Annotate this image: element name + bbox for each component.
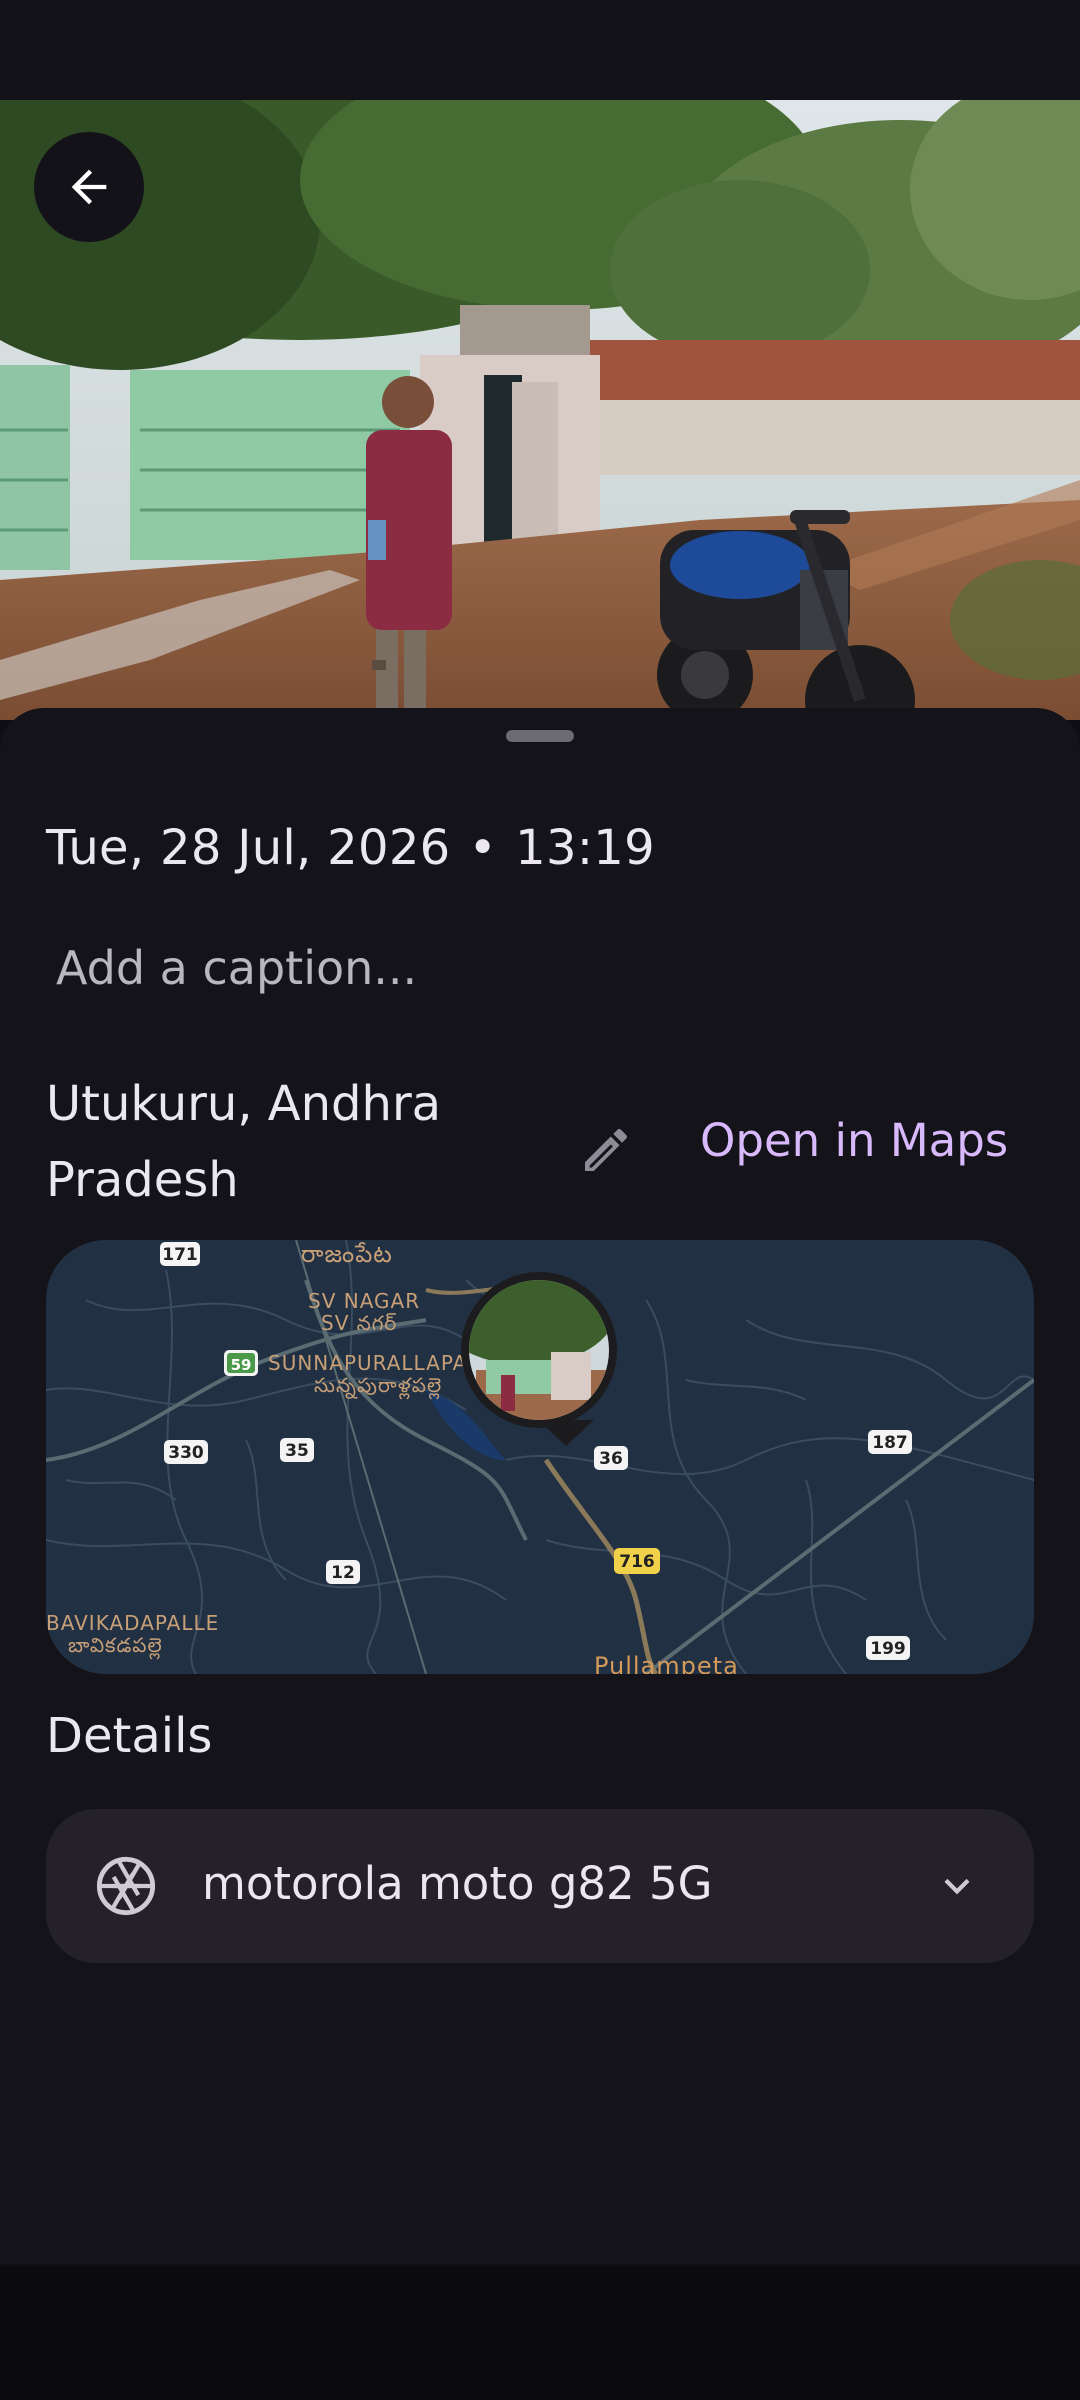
road-shield: 187 [872, 1433, 908, 1453]
chevron-down-icon[interactable] [932, 1861, 982, 1911]
road-shield: 171 [162, 1245, 198, 1265]
road-shield: 199 [870, 1639, 906, 1659]
road-shield: 716 [619, 1552, 655, 1572]
map-place-label: BAVIKADAPALLE [46, 1611, 219, 1635]
edit-location-button[interactable] [566, 1110, 646, 1190]
pencil-icon [585, 1128, 628, 1171]
details-heading: Details [46, 1708, 213, 1764]
arrow-back-icon [71, 169, 107, 205]
separator-dot: • [468, 820, 498, 876]
time-text: 13:19 [515, 820, 655, 876]
info-sheet: Tue, 28 Jul, 2026 • 13:19 Utukuru, Andhra … [0, 708, 1080, 2264]
date-text: Tue, 28 Jul, 2026 [46, 820, 451, 876]
map-place-label: బావికడపల్లె [68, 1633, 163, 1660]
map-place-label: SV నగర్ [321, 1311, 397, 1335]
location-name: Utukuru, Andhra Pradesh [46, 1076, 442, 1208]
system-navigation-bar [0, 2266, 1080, 2400]
drag-handle[interactable] [506, 730, 574, 742]
date-time: Tue, 28 Jul, 2026 • 13:19 [46, 820, 655, 876]
open-in-maps-button[interactable]: Open in Maps [700, 1114, 1008, 1167]
road-shield: 59 [231, 1356, 252, 1374]
photo-preview[interactable] [0, 100, 1080, 720]
map-place-label: రాజంపేట [301, 1240, 393, 1268]
map-place-label: Pullampeta [594, 1652, 739, 1674]
caption-input[interactable] [38, 930, 774, 1006]
map-place-label: సున్నపురాళ్లపల్లె [314, 1373, 442, 1400]
device-details-card[interactable]: motorola moto g82 5G [46, 1809, 1034, 1963]
status-bar [0, 0, 1080, 100]
back-button[interactable] [34, 132, 144, 242]
road-shield: 36 [599, 1449, 623, 1469]
camera-aperture-icon [96, 1856, 156, 1916]
road-shield: 35 [285, 1441, 309, 1461]
road-shield: 330 [168, 1443, 204, 1463]
road-shield: 12 [331, 1563, 355, 1583]
device-label: motorola moto g82 5G [202, 1857, 713, 1910]
location-map[interactable]: రాజంపేట SV NAGAR SV నగర్ SUNNAPURALLAPAL… [46, 1240, 1034, 1674]
map-place-label: SV NAGAR [308, 1289, 420, 1313]
